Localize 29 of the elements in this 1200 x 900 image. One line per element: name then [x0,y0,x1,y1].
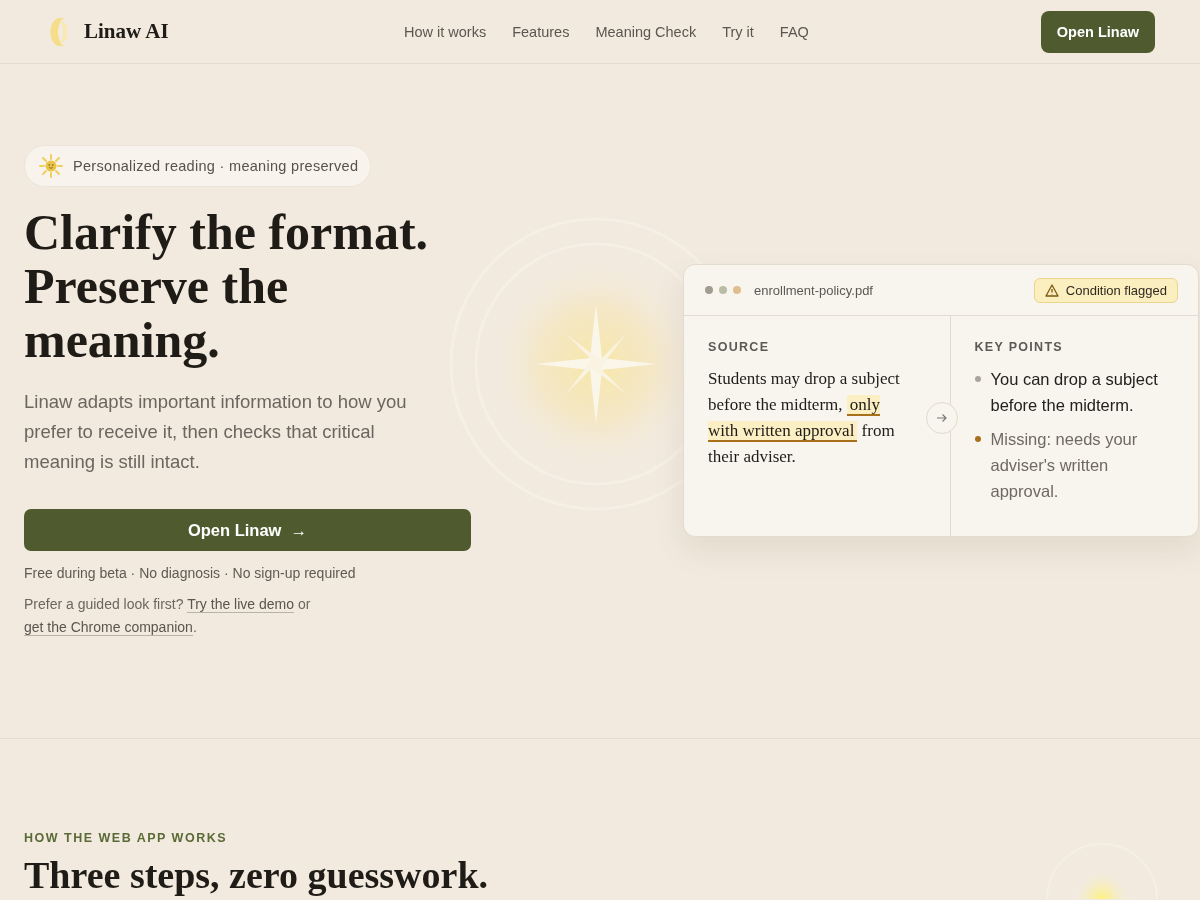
nav-link[interactable]: Try it [722,23,754,40]
key-point: You can drop a subject before the midterm. [990,369,1159,416]
nav-link[interactable]: Meaning Check [595,23,697,40]
file-name: enrollment-policy.pdf [754,282,874,298]
key-points-label: KEY POINTS [974,340,1064,354]
section-heading: Three steps, zero guesswork. [24,853,489,897]
source-text: Students may drop a subject before the midterm, only with written approval from their adviser. [708,368,901,468]
guide-text: Prefer a guided look first? Try the live demo or get the Chrome companion. [24,595,312,638]
hero-heading: Clarify the format. Preserve the meaning. [24,205,430,367]
source-label: SOURCE [708,340,771,354]
open-app-button[interactable]: Open Linaw [1040,10,1155,53]
key-point: Missing: needs your adviser's written approval. [990,429,1139,502]
section-eyebrow: HOW THE WEB APP WORKS [24,831,229,845]
sun-icon [39,154,63,178]
features-note: Free during beta · No diagnosis · No sign-up required [24,565,357,581]
nav-link[interactable]: FAQ [779,23,809,40]
window-dots-icon [704,285,742,295]
open-app-button[interactable]: Open Linaw → [24,509,471,551]
demo-link[interactable]: Try the live demo [187,596,295,613]
bullet-icon [974,376,981,382]
hero-description: Linaw adapts important information to how you prefer to receive it, then checks that critical meaning is still intact. [24,390,408,474]
tagline-text: Personalized reading · meaning preserved [73,158,359,174]
warning-icon [1044,283,1059,297]
chrome-link[interactable]: get the Chrome companion [24,619,193,636]
bullet-icon [974,436,981,442]
brand-name[interactable]: Linaw AI [84,19,169,44]
nav-link[interactable]: Features [512,23,570,40]
warning-text: Condition flagged [1065,282,1167,298]
nav-link[interactable]: How it works [404,23,487,40]
